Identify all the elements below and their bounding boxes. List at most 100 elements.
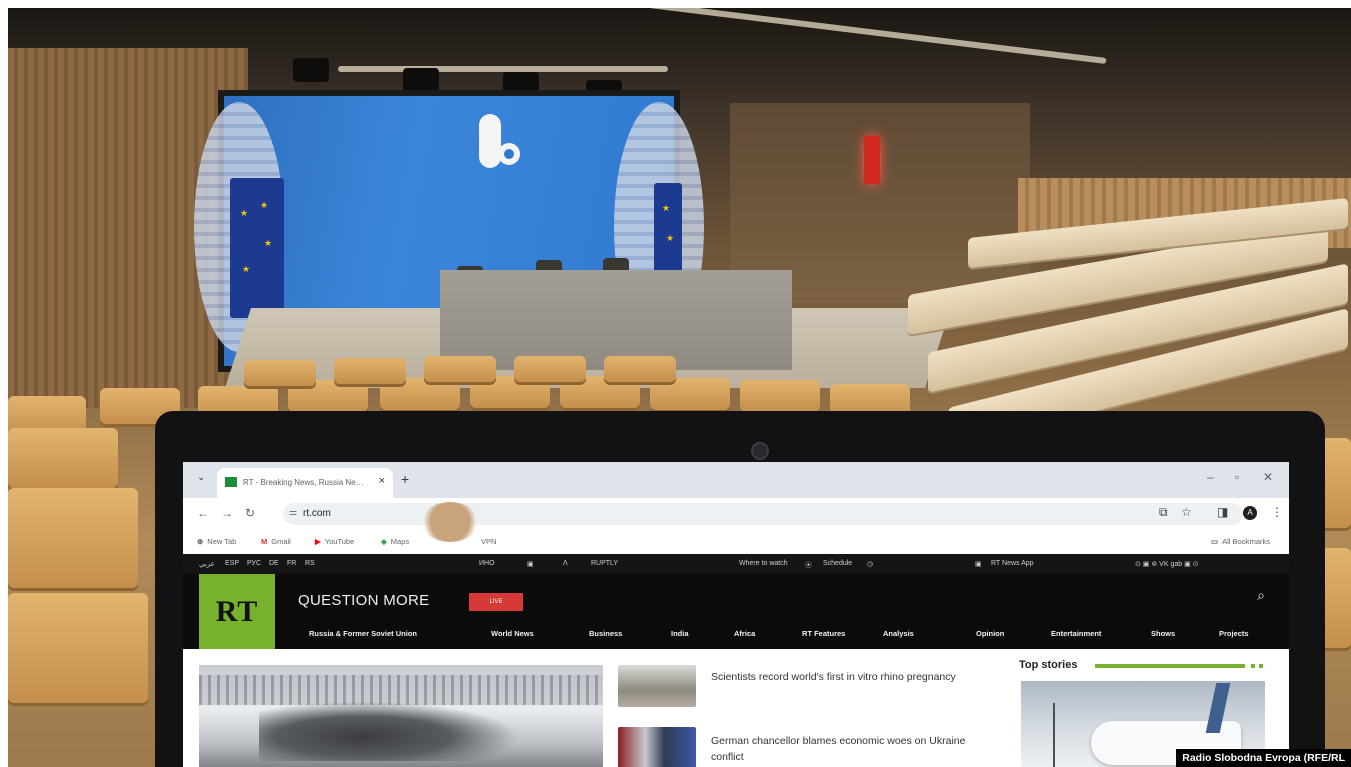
top-stories-heading: Top stories [1019, 659, 1078, 671]
app-icon: ▣ [975, 561, 982, 568]
rhino-thumbnail[interactable] [618, 665, 696, 707]
reload-icon[interactable]: ↻ [245, 506, 255, 520]
rt-tagline: QUESTION MORE [298, 592, 430, 609]
back-icon[interactable]: ← [197, 506, 209, 520]
top-stories-bar [1095, 664, 1245, 668]
ceiling-spotlight [293, 58, 329, 82]
all-bookmarks-button[interactable]: ▭ All Bookmarks [1211, 537, 1270, 546]
chancellor-thumbnail[interactable] [618, 727, 696, 767]
ceiling-spotlight [403, 68, 439, 92]
live-button[interactable]: LIVE [469, 593, 523, 611]
profile-avatar[interactable]: A [1243, 506, 1257, 520]
bookmark-vpn[interactable]: VPN [481, 537, 496, 546]
search-icon[interactable]: ⌕ [1257, 587, 1265, 604]
blur-smudge [421, 502, 479, 542]
bookmark-youtube[interactable]: ▶ YouTube [315, 537, 354, 546]
menu-kebab-icon[interactable]: ⋮ [1271, 505, 1283, 519]
close-window-icon[interactable]: ✕ [1263, 470, 1273, 484]
nav-entertainment[interactable]: Entertainment [1051, 629, 1101, 638]
auditorium-seat [650, 378, 730, 410]
hero-image[interactable] [199, 665, 603, 767]
folder-icon: ▭ [1211, 537, 1219, 546]
rt-favicon-icon [225, 477, 237, 487]
browser-toolbar: ← → ↻ ⚌ rt.com ⧉ ☆ ◨ A ⋮ [183, 498, 1289, 530]
social-icons[interactable]: ⊙ ▣ ⊚ VK gab ▣ ⊙ [1135, 560, 1199, 568]
lang-ar[interactable]: عربي [199, 560, 215, 568]
tab-search-chevron-icon[interactable]: ⌄ [197, 472, 205, 483]
news-app-link[interactable]: RT News App [991, 560, 1034, 567]
top-stories-dot [1259, 664, 1263, 668]
lamp-pole [1053, 703, 1055, 767]
lang-esp[interactable]: ESP [225, 560, 239, 567]
webcam [751, 442, 769, 460]
cast-icon[interactable]: ⧉ [1159, 505, 1168, 520]
nav-opinion[interactable]: Opinion [976, 629, 1004, 638]
headline-rhino[interactable]: Scientists record world's first in vitro… [711, 669, 981, 685]
site-info-icon[interactable]: ⚌ [289, 507, 297, 518]
bookmark-gmail[interactable]: M Gmail [261, 537, 291, 546]
ruptly-link[interactable]: RUPTLY [591, 560, 618, 567]
tab-close-icon[interactable]: × [379, 475, 385, 487]
bookmarks-bar: ⊕ New Tab M Gmail ▶ YouTube ◆ Maps VPN ▭ All … [183, 530, 1289, 554]
maps-icon: ◆ [381, 537, 387, 546]
lang-fr[interactable]: FR [287, 560, 296, 567]
laptop-display: ⌄ RT - Breaking News, Russia Ne… × + – ▫… [183, 462, 1289, 767]
rt-content: Scientists record world's first in vitro… [183, 649, 1289, 767]
rt-header: RT QUESTION MORE LIVE ⌕ Russia & Former … [183, 574, 1289, 649]
podium-desk [440, 270, 792, 370]
nav-india[interactable]: India [671, 629, 689, 638]
bookmark-star-icon[interactable]: ☆ [1181, 505, 1192, 519]
eu-flag: ★ ★ ★ ★ [230, 178, 284, 318]
nav-projects[interactable]: Projects [1219, 629, 1249, 638]
auditorium-seat [740, 380, 820, 412]
maximize-icon[interactable]: ▫ [1235, 470, 1239, 484]
where-to-watch-link[interactable]: Where to watch [739, 560, 788, 567]
auditorium-seat [514, 356, 586, 382]
lang-rus[interactable]: РУС [247, 560, 261, 567]
lang-de[interactable]: DE [269, 560, 279, 567]
tv-icon[interactable]: ▣ [527, 560, 534, 568]
hero-wreckage [259, 701, 519, 761]
new-tab-button[interactable]: + [401, 471, 409, 487]
auditorium-seat [244, 360, 316, 386]
council-logo-icon [479, 114, 520, 168]
auditorium-seat [8, 488, 138, 588]
a-logo-icon[interactable]: Ʌ [563, 560, 568, 567]
exit-sign [864, 136, 880, 184]
play-icon: ⦿ [805, 562, 812, 569]
nav-analysis[interactable]: Analysis [883, 629, 914, 638]
auditorium-seat [424, 356, 496, 382]
schedule-link[interactable]: Schedule [823, 560, 852, 567]
browser-tab-rt[interactable]: RT - Breaking News, Russia Ne… × [217, 468, 393, 498]
nav-russia[interactable]: Russia & Former Soviet Union [309, 629, 417, 638]
nav-shows[interactable]: Shows [1151, 629, 1175, 638]
youtube-icon: ▶ [315, 537, 321, 546]
nav-world-news[interactable]: World News [491, 629, 534, 638]
gmail-icon: M [261, 537, 268, 546]
top-stories-dot [1251, 664, 1255, 668]
nav-rt-features[interactable]: RT Features [802, 629, 845, 638]
globe-icon: ⊕ [197, 537, 204, 546]
auditorium-seat [8, 593, 148, 703]
auditorium-seat [334, 358, 406, 384]
clock-icon: ◷ [867, 561, 874, 568]
headline-chancellor[interactable]: German chancellor blames economic woes o… [711, 733, 981, 765]
nav-business[interactable]: Business [589, 629, 622, 638]
eu-flag: ★ ★ [654, 183, 682, 273]
lang-rs[interactable]: RS [305, 560, 315, 567]
forward-icon[interactable]: → [221, 506, 233, 520]
photo-credit: Radio Slobodna Evropa (RFE/RL [1176, 749, 1351, 767]
nav-africa[interactable]: Africa [734, 629, 755, 638]
inosmi-link[interactable]: ИНО [479, 560, 495, 567]
browser-tab-strip: ⌄ RT - Breaking News, Russia Ne… × + – ▫… [183, 462, 1289, 498]
side-panel-icon[interactable]: ◨ [1217, 505, 1228, 519]
tab-title: RT - Breaking News, Russia Ne… [243, 478, 364, 487]
ceiling-light-bar [338, 66, 668, 72]
minimize-icon[interactable]: – [1207, 470, 1214, 484]
bookmark-maps[interactable]: ◆ Maps [381, 537, 409, 546]
auditorium-seat [8, 428, 118, 488]
address-bar-url: rt.com [303, 508, 331, 519]
rt-utility-bar: عربي ESP РУС DE FR RS ИНО ▣ Ʌ RUPTLY Whe… [183, 554, 1289, 574]
rt-logo[interactable]: RT [199, 574, 275, 649]
bookmark-new-tab[interactable]: ⊕ New Tab [197, 537, 236, 546]
